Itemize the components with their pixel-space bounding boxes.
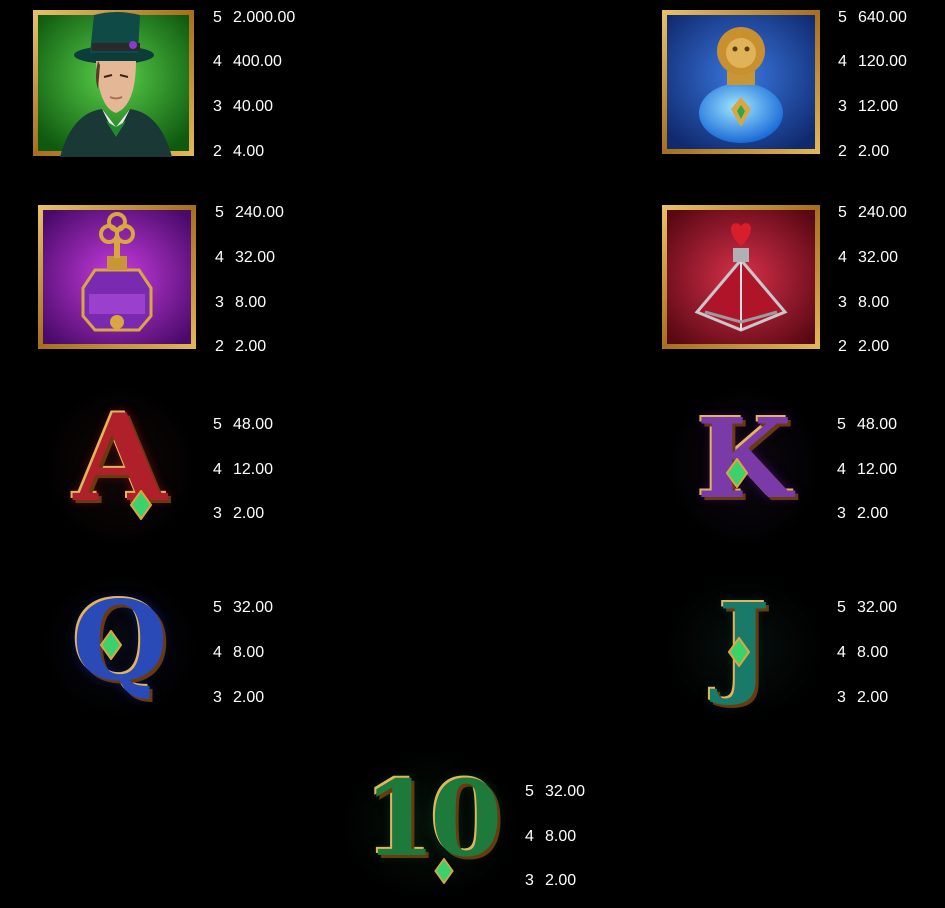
gem-icon bbox=[434, 858, 454, 884]
pay-value: 32.00 bbox=[545, 783, 586, 800]
gem-icon bbox=[100, 630, 122, 660]
pay-value: 240.00 bbox=[235, 204, 284, 221]
pay-value: 2.00 bbox=[233, 505, 265, 522]
pay-count: 4 bbox=[213, 53, 222, 70]
pay-count: 5 bbox=[525, 783, 534, 800]
jack-paytable: 5 32.00 4 8.00 3 2.00 bbox=[837, 599, 937, 719]
pay-value: 2.00 bbox=[235, 338, 267, 355]
heart-potion-symbol bbox=[661, 204, 821, 350]
pay-count: 4 bbox=[213, 461, 222, 478]
pay-value: 4.00 bbox=[233, 143, 265, 160]
pay-count: 5 bbox=[838, 204, 847, 221]
pay-value: 400.00 bbox=[233, 53, 282, 70]
gem-icon bbox=[130, 490, 152, 520]
heart-potion-paytable: 5 240.00 4 32.00 3 8.00 2 2.00 bbox=[838, 204, 938, 364]
letter-a-icon: A bbox=[73, 388, 167, 529]
pay-count: 3 bbox=[213, 689, 222, 706]
pay-value: 8.00 bbox=[545, 828, 577, 845]
pay-count: 2 bbox=[838, 143, 847, 160]
pay-count: 2 bbox=[213, 143, 222, 160]
pay-value: 2.00 bbox=[858, 338, 890, 355]
pay-value: 2.00 bbox=[545, 872, 577, 889]
pay-value: 8.00 bbox=[235, 294, 267, 311]
pay-value: 12.00 bbox=[857, 461, 898, 478]
pay-count: 5 bbox=[838, 9, 847, 26]
top-hat-man-symbol bbox=[32, 9, 195, 157]
top-hat-man-paytable: 5 2.000.00 4 400.00 3 40.00 2 4.00 bbox=[213, 9, 333, 169]
lion-potion-paytable: 5 640.00 4 120.00 3 12.00 2 2.00 bbox=[838, 9, 938, 169]
pay-count: 3 bbox=[213, 98, 222, 115]
pay-count: 5 bbox=[837, 416, 846, 433]
pay-count: 3 bbox=[838, 98, 847, 115]
pay-count: 5 bbox=[837, 599, 846, 616]
pay-count: 4 bbox=[838, 249, 847, 266]
ace-symbol: A bbox=[40, 382, 200, 552]
pay-count: 4 bbox=[215, 249, 224, 266]
ten-symbol: 10 bbox=[340, 750, 520, 900]
pay-count: 5 bbox=[213, 9, 222, 26]
pay-count: 2 bbox=[215, 338, 224, 355]
pay-value: 32.00 bbox=[233, 599, 274, 616]
gem-icon bbox=[726, 458, 748, 488]
pay-count: 3 bbox=[215, 294, 224, 311]
pay-count: 5 bbox=[215, 204, 224, 221]
pay-value: 2.00 bbox=[857, 505, 889, 522]
pay-value: 640.00 bbox=[858, 9, 907, 26]
pay-value: 12.00 bbox=[233, 461, 274, 478]
pay-count: 4 bbox=[525, 828, 534, 845]
gem-icon bbox=[728, 637, 750, 667]
pay-value: 32.00 bbox=[235, 249, 276, 266]
pay-value: 8.00 bbox=[857, 644, 889, 661]
clover-key-potion-icon bbox=[38, 205, 196, 349]
pay-count: 5 bbox=[213, 416, 222, 433]
king-symbol: K bbox=[664, 382, 824, 552]
ten-paytable: 5 32.00 4 8.00 3 2.00 bbox=[525, 783, 625, 903]
pay-count: 3 bbox=[837, 689, 846, 706]
pay-count: 3 bbox=[838, 294, 847, 311]
pay-value: 120.00 bbox=[858, 53, 907, 70]
number-10-icon: 10 bbox=[363, 757, 503, 880]
ace-paytable: 5 48.00 4 12.00 3 2.00 bbox=[213, 416, 313, 536]
lion-potion-icon bbox=[662, 10, 820, 154]
pay-value: 48.00 bbox=[233, 416, 274, 433]
lion-potion-symbol bbox=[661, 9, 821, 155]
pay-value: 2.000.00 bbox=[233, 9, 296, 26]
pay-count: 3 bbox=[213, 505, 222, 522]
queen-paytable: 5 32.00 4 8.00 3 2.00 bbox=[213, 599, 313, 719]
top-hat-man-icon bbox=[33, 10, 194, 157]
pay-count: 2 bbox=[838, 338, 847, 355]
purple-potion-symbol bbox=[37, 204, 197, 350]
heart-potion-icon bbox=[662, 205, 820, 349]
jack-symbol: J bbox=[664, 575, 824, 720]
pay-value: 2.00 bbox=[858, 143, 890, 160]
pay-value: 32.00 bbox=[858, 249, 899, 266]
pay-value: 8.00 bbox=[858, 294, 890, 311]
pay-count: 4 bbox=[213, 644, 222, 661]
pay-count: 4 bbox=[838, 53, 847, 70]
pay-count: 5 bbox=[213, 599, 222, 616]
pay-count: 3 bbox=[837, 505, 846, 522]
pay-value: 48.00 bbox=[857, 416, 898, 433]
pay-count: 3 bbox=[525, 872, 534, 889]
pay-value: 8.00 bbox=[233, 644, 265, 661]
pay-value: 12.00 bbox=[858, 98, 899, 115]
pay-value: 240.00 bbox=[858, 204, 907, 221]
queen-symbol: Q bbox=[40, 570, 200, 720]
pay-value: 40.00 bbox=[233, 98, 274, 115]
pay-count: 4 bbox=[837, 644, 846, 661]
pay-count: 4 bbox=[837, 461, 846, 478]
purple-potion-paytable: 5 240.00 4 32.00 3 8.00 2 2.00 bbox=[215, 204, 315, 364]
king-paytable: 5 48.00 4 12.00 3 2.00 bbox=[837, 416, 937, 536]
pay-value: 2.00 bbox=[233, 689, 265, 706]
pay-value: 32.00 bbox=[857, 599, 898, 616]
pay-value: 2.00 bbox=[857, 689, 889, 706]
